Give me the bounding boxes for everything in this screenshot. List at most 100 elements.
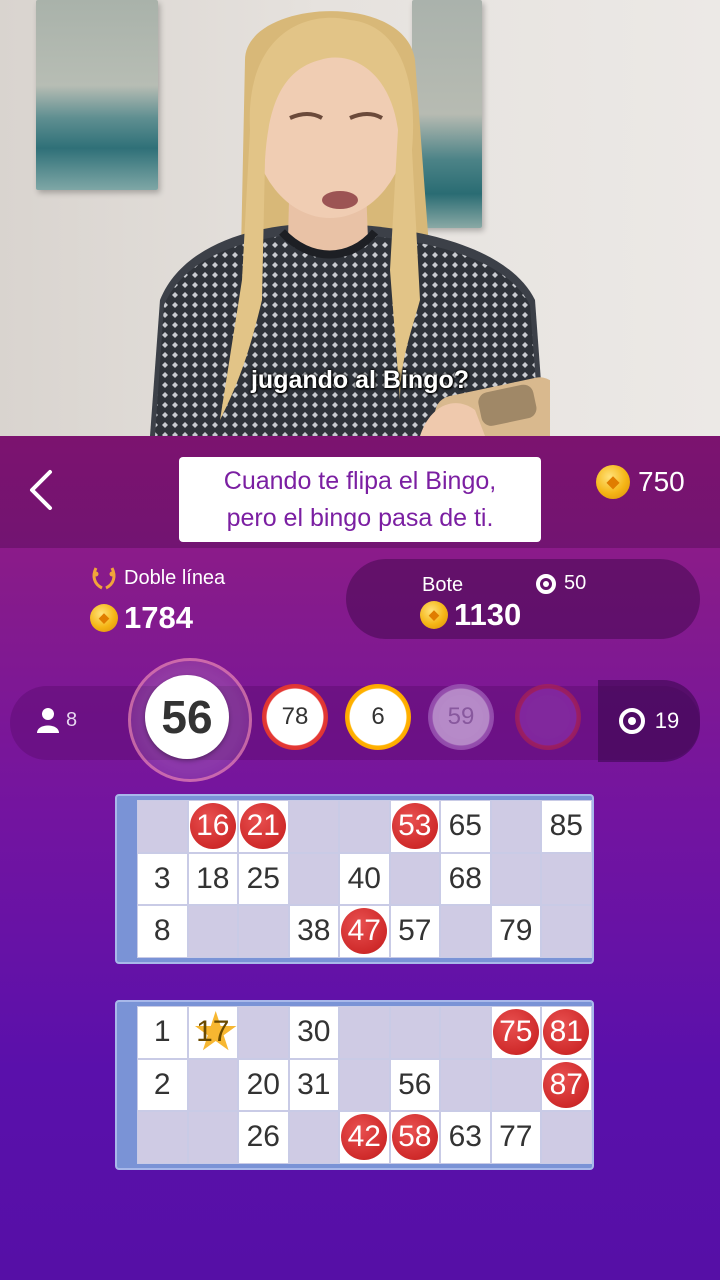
card-cell-empty bbox=[541, 852, 592, 905]
bingo-game: Cuando te flipa el Bingo, pero el bingo … bbox=[0, 436, 720, 1280]
ticket-token-icon bbox=[536, 573, 556, 594]
card-cell-empty bbox=[440, 1006, 491, 1059]
video-frame: jugando al Bingo? bbox=[0, 0, 720, 436]
card-cell[interactable]: 57 bbox=[389, 905, 440, 958]
card-cell[interactable]: 77 bbox=[490, 1111, 541, 1164]
card-cell-number: 8 bbox=[153, 914, 171, 948]
card-cell-empty bbox=[541, 905, 592, 958]
prize-row: Doble línea ◆ 1784 Bote 50 ◆ 1130 bbox=[0, 548, 720, 652]
card-cell[interactable]: 8 bbox=[137, 905, 188, 958]
card-cell-empty bbox=[339, 800, 390, 853]
card-cell-number: 31 bbox=[297, 1067, 331, 1101]
card-cell[interactable]: 16 bbox=[187, 800, 238, 853]
card-cell-number: 21 bbox=[240, 803, 287, 850]
card-cell-number: 56 bbox=[398, 1067, 432, 1101]
card-cell[interactable]: 30 bbox=[288, 1006, 339, 1059]
card-cell-empty bbox=[490, 800, 541, 853]
card-cell[interactable]: 40 bbox=[339, 852, 390, 905]
current-ball-number: 56 bbox=[145, 675, 229, 759]
previous-ball-3: 59 bbox=[428, 684, 494, 750]
prize-title: Doble línea bbox=[124, 566, 226, 589]
card-cell-number: 53 bbox=[391, 803, 438, 850]
card-cell-empty bbox=[339, 1058, 390, 1111]
coin-amount: 750 bbox=[638, 466, 685, 497]
card-cell[interactable]: 75 bbox=[490, 1006, 541, 1059]
card-cell-number: 2 bbox=[153, 1067, 171, 1101]
card-cell[interactable]: 68 bbox=[440, 852, 491, 905]
card-cell-empty bbox=[238, 1006, 289, 1059]
card-cell[interactable]: 56 bbox=[389, 1058, 440, 1111]
card-cell-number: 77 bbox=[499, 1120, 533, 1154]
card-cell[interactable]: 17 bbox=[187, 1005, 239, 1059]
card-cell-number: 26 bbox=[246, 1120, 280, 1154]
ticket-token-icon bbox=[618, 708, 645, 734]
card-cell-number: 68 bbox=[448, 861, 482, 895]
card-cell[interactable]: 58 bbox=[389, 1111, 440, 1164]
card-cell-number: 79 bbox=[499, 914, 533, 948]
card-cell-empty bbox=[137, 800, 188, 853]
card-cell[interactable]: 53 bbox=[389, 800, 440, 853]
card-cell[interactable]: 47 bbox=[339, 905, 390, 958]
pot-cost: 50 bbox=[536, 572, 586, 595]
card-cell[interactable]: 1 bbox=[137, 1006, 188, 1059]
card-cell[interactable]: 42 bbox=[339, 1111, 390, 1164]
card-cell-empty bbox=[389, 1006, 440, 1059]
headline-line-2: pero el bingo pasa de ti. bbox=[226, 504, 494, 532]
tickets-count[interactable]: 19 bbox=[598, 680, 700, 762]
card-cell[interactable]: 81 bbox=[541, 1006, 592, 1059]
card-cell[interactable]: 21 bbox=[238, 800, 289, 853]
card-cell-number: 16 bbox=[189, 803, 236, 850]
card-cell[interactable]: 79 bbox=[490, 905, 541, 958]
bingo-card-1: 16 21 53 65 85 3 18 25 40 68 8 38 47 57 79 bbox=[115, 794, 594, 964]
draw-row: 8 56 78 6 59 19 bbox=[10, 658, 700, 782]
coin-balance[interactable]: ◆ 750 bbox=[596, 462, 685, 502]
card-cell[interactable]: 20 bbox=[238, 1058, 289, 1111]
current-ball: 56 bbox=[128, 658, 252, 782]
prize-value: 1784 bbox=[124, 600, 193, 635]
card-cell-number: 40 bbox=[347, 861, 381, 895]
card-cell-empty bbox=[440, 905, 491, 958]
card-cell[interactable]: 87 bbox=[541, 1058, 592, 1111]
top-bar: Cuando te flipa el Bingo, pero el bingo … bbox=[0, 436, 720, 548]
previous-ball-number: 59 bbox=[439, 695, 483, 739]
card-cell[interactable]: 85 bbox=[541, 800, 592, 853]
double-line-prize: Doble línea ◆ 1784 bbox=[90, 564, 225, 636]
pot-cost-value: 50 bbox=[564, 572, 587, 594]
card-cell-empty bbox=[490, 852, 541, 905]
card-cell-number: 18 bbox=[196, 861, 230, 895]
card-cell-empty bbox=[288, 852, 339, 905]
back-arrow-icon[interactable] bbox=[20, 466, 64, 510]
card-cell[interactable]: 63 bbox=[440, 1111, 491, 1164]
card-cell-empty bbox=[187, 1111, 238, 1164]
card-cell[interactable]: 31 bbox=[288, 1058, 339, 1111]
card-cell-number: 57 bbox=[398, 914, 432, 948]
card-cell-empty bbox=[541, 1111, 592, 1164]
card-cell-number: 17 bbox=[196, 1015, 230, 1049]
card-cell-number: 87 bbox=[543, 1061, 590, 1108]
previous-ball-2: 6 bbox=[345, 684, 411, 750]
card-cell-number: 47 bbox=[341, 908, 388, 955]
card-cell[interactable]: 65 bbox=[440, 800, 491, 853]
headline-line-1: Cuando te flipa el Bingo, bbox=[223, 467, 497, 495]
card-cell[interactable]: 26 bbox=[238, 1111, 289, 1164]
person-icon bbox=[37, 708, 59, 733]
card-cell-number: 75 bbox=[492, 1009, 539, 1056]
card-cell[interactable]: 18 bbox=[187, 852, 238, 905]
card-cell-number: 1 bbox=[153, 1015, 171, 1049]
card-cell-empty bbox=[187, 905, 238, 958]
card-cell[interactable]: 25 bbox=[238, 852, 289, 905]
coin-icon: ◆ bbox=[420, 601, 448, 629]
card-cell-empty bbox=[137, 1111, 188, 1164]
card-cell[interactable]: 38 bbox=[288, 905, 339, 958]
wall-painting-left bbox=[36, 0, 158, 190]
pot-panel: Bote 50 ◆ 1130 bbox=[346, 559, 700, 639]
players-count: 8 bbox=[36, 706, 77, 734]
previous-ball-number: 78 bbox=[273, 695, 317, 739]
card-cell[interactable]: 2 bbox=[137, 1058, 188, 1111]
card-cell-empty bbox=[187, 1058, 238, 1111]
card-cell-number: 25 bbox=[246, 861, 280, 895]
card-cell-number: 65 bbox=[448, 809, 482, 843]
overlay-headline: Cuando te flipa el Bingo, pero el bingo … bbox=[179, 457, 541, 542]
card-cell[interactable]: 3 bbox=[137, 852, 188, 905]
laurel-icon bbox=[92, 567, 116, 590]
